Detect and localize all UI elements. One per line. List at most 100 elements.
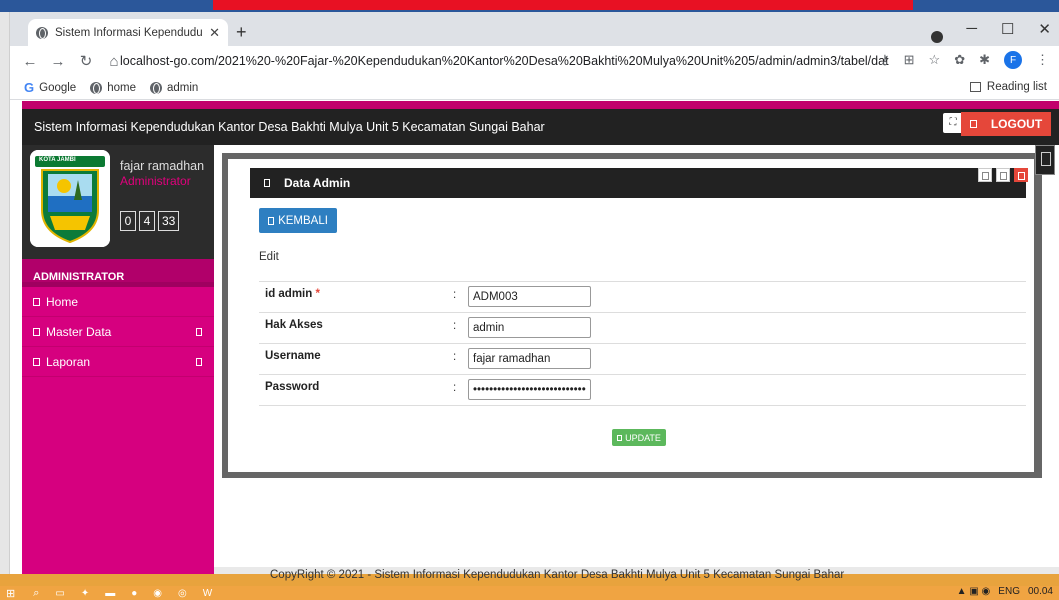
star-icon[interactable]: ☆ [929,52,941,68]
key-icon[interactable]: ⚷ [880,52,890,68]
reading-list-icon [969,82,981,92]
globe-icon [90,81,103,94]
app-icon[interactable]: ● [131,588,137,599]
sidebar-header: ADMINISTRATOR [22,259,214,287]
username-input[interactable] [468,348,591,369]
sidebar-item-home[interactable]: Home [22,287,214,317]
browser-tab[interactable]: Sistem Informasi Kependudukan ✕ [28,19,228,46]
puzzle-icon[interactable]: ✱ [979,52,990,68]
taskview-icon[interactable]: ▭ [55,588,64,599]
tab-title: Sistem Informasi Kependudukan [55,26,203,39]
user-name: fajar ramadhan [120,159,205,173]
home-icon [33,297,40,306]
minimize-icon[interactable]: ─ [966,20,977,38]
logout-button[interactable]: LOGOUT [961,112,1051,136]
close-tab-icon[interactable]: ✕ [209,25,220,41]
form-row-username: Username : [259,344,1026,375]
id-admin-input[interactable] [468,286,591,307]
sidebar-item-laporan[interactable]: Laporan [22,347,214,377]
back-label: KEMBALI [278,214,328,227]
form-row-hak-akses: Hak Akses : [259,313,1026,344]
settings-icon[interactable] [996,168,1010,182]
language-indicator[interactable]: ENG [998,586,1020,597]
close-panel-icon[interactable] [1014,168,1028,182]
address-bar: ← → ↻ ⌂ localhost-go.com/2021%20-%20Faja… [10,46,1059,76]
close-window-icon[interactable]: ✕ [1038,20,1051,38]
counter-minutes: 4 [139,211,155,231]
extension-icon[interactable]: ✿ [954,52,965,68]
profile-avatar[interactable]: F [1004,51,1022,69]
files-icon[interactable]: ▬ [105,588,115,599]
reading-list-label: Reading list [986,81,1047,93]
data-admin-panel: Data Admin KEMBALI Edit id admin * : Hak… [228,159,1034,472]
update-label: UPDATE [625,432,661,443]
tray-icons[interactable]: ▲ ▣ ◉ [957,586,991,597]
url-text: localhost-go.com/2021%20-%20Fajar-%20Kep… [120,54,889,68]
web-page: Sistem Informasi Kependudukan Kantor Des… [22,101,1059,574]
reload-icon[interactable]: ↻ [78,52,94,70]
bookmark-admin[interactable]: admin [150,81,199,94]
clock[interactable]: 00.04 [1028,586,1053,597]
record-icon[interactable] [931,31,943,43]
panel-icon [264,179,270,187]
app-icon[interactable]: ✦ [81,588,89,599]
app-title: Sistem Informasi Kependudukan Kantor Des… [34,120,545,134]
counter-seconds: 33 [158,211,180,231]
form-row-password: Password : [259,375,1026,406]
forward-icon[interactable]: → [50,53,66,70]
search-icon[interactable]: ⌕ [33,587,39,600]
form-mode-label: Edit [259,251,279,263]
bookmark-label: Google [39,81,77,94]
report-icon [33,357,40,366]
bookmark-label: home [107,81,136,94]
chrome-icon[interactable]: ◎ [178,588,187,599]
bookmark-label: admin [167,81,199,94]
system-tray: ▲ ▣ ◉ ENG 00.04 [957,586,1053,597]
maximize-icon[interactable]: ☐ [1001,20,1014,38]
collapse-icon[interactable] [978,168,992,182]
word-icon[interactable]: W [203,588,212,599]
new-tab-button[interactable]: + [236,22,247,43]
sidebar-item-label: Master Data [46,324,112,339]
chevron-icon [196,357,202,366]
field-label: Hak Akses [265,319,323,331]
taskbar-icons: ⊞ ⌕ ▭ ✦ ▬ ● ◉ ◎ W [0,586,1059,600]
bookmarks-bar: G Google home admin Reading list [10,76,1059,100]
window-controls: ─ ☐ ✕ [966,20,1051,38]
field-label: id admin * [265,288,320,300]
bookmark-google[interactable]: G Google [24,80,76,95]
sidebar-item-label: Laporan [46,354,91,369]
word-warning-strip [213,0,913,10]
hak-akses-input[interactable] [468,317,591,338]
sidebar-item-master-data[interactable]: Master Data [22,317,214,347]
back-icon [268,216,275,225]
browser-tabbar: Sistem Informasi Kependudukan ✕ + ─ ☐ ✕ [10,12,1059,46]
footer-copyright: CopyRight © 2021 - Sistem Informasi Kepe… [270,569,845,581]
word-ruler [0,12,10,574]
form-row-id-admin: id admin * : [259,282,1026,313]
logo-text: KOTA JAMBI [39,157,76,163]
logout-label: LOGOUT [990,117,1043,131]
counter-hours: 0 [120,211,136,231]
address-bar-icons: ⚷ ⊞ ☆ ✿ ✱ F ⋮ [880,51,1049,69]
google-icon: G [24,80,35,95]
top-navbar: Sistem Informasi Kependudukan Kantor Des… [22,109,1059,145]
translate-icon[interactable]: ⊞ [904,52,915,68]
logout-icon [969,120,977,128]
bookmark-home[interactable]: home [90,81,136,94]
sidebar: KOTA JAMBI fajar ramadhan Administrator … [22,145,214,574]
menu-icon[interactable]: ⋮ [1036,52,1049,68]
app-icon[interactable]: ◉ [153,588,162,599]
user-panel: KOTA JAMBI fajar ramadhan Administrator … [22,145,214,259]
password-input[interactable] [468,379,591,400]
fullscreen-icon[interactable]: ⛶ [943,113,963,133]
reading-list-button[interactable]: Reading list [969,81,1047,93]
update-button[interactable]: UPDATE [612,429,666,446]
side-toggle-button[interactable] [1035,145,1055,175]
start-icon[interactable]: ⊞ [6,587,15,600]
url-field[interactable]: localhost-go.com/2021%20-%20Fajar-%20Kep… [114,50,889,72]
save-icon [617,434,623,441]
back-button[interactable]: KEMBALI [259,208,337,233]
back-icon[interactable]: ← [22,53,38,70]
panel-tools [978,168,1028,182]
